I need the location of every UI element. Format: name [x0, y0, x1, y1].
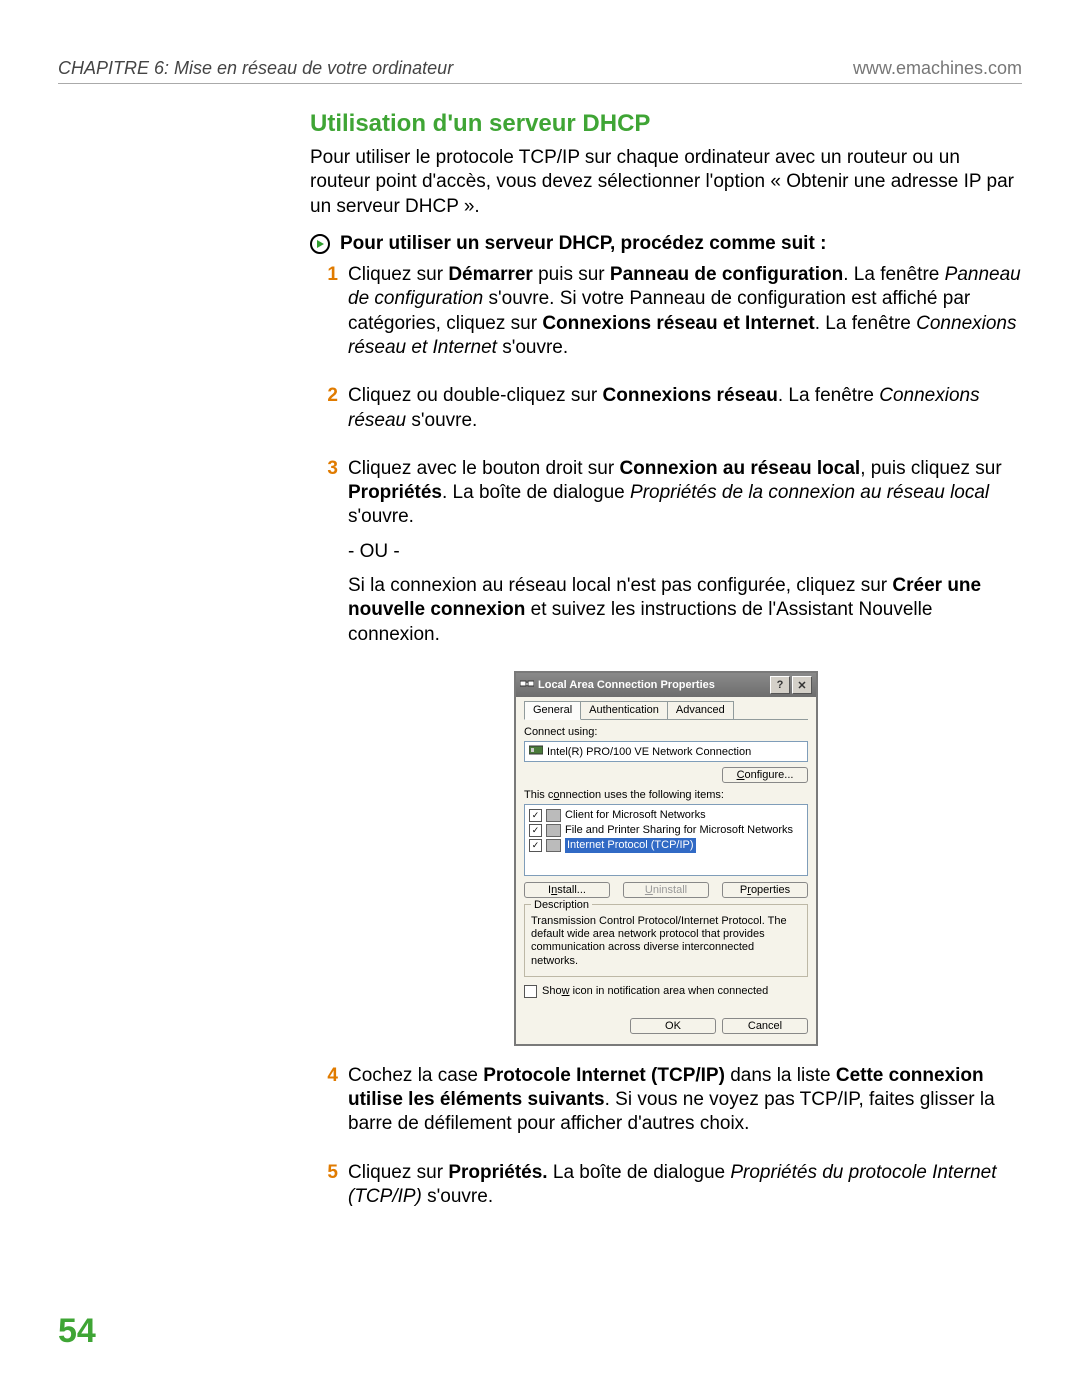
configure-button[interactable]: Configure...: [722, 767, 808, 783]
site-url: www.emachines.com: [853, 58, 1022, 79]
dialog-title: Local Area Connection Properties: [538, 679, 715, 691]
step-number: 4: [324, 1064, 338, 1147]
description-text: Transmission Control Protocol/Internet P…: [531, 915, 801, 968]
list-item-label: File and Printer Sharing for Microsoft N…: [565, 823, 793, 838]
step-list: 1 Cliquez sur Démarrer puis sur Panneau …: [324, 263, 1022, 657]
step-5: 5 Cliquez sur Propriétés. La boîte de di…: [324, 1161, 1022, 1220]
tab-authentication[interactable]: Authentication: [580, 701, 668, 719]
list-item-selected[interactable]: ✓ Internet Protocol (TCP/IP): [529, 838, 803, 853]
lan-properties-dialog: Local Area Connection Properties ? ✕ Gen…: [514, 671, 818, 1046]
step-3: 3 Cliquez avec le bouton droit sur Conne…: [324, 457, 1022, 657]
page-number: 54: [58, 1312, 96, 1351]
step-number: 3: [324, 457, 338, 657]
step-2: 2 Cliquez ou double-cliquez sur Connexio…: [324, 384, 1022, 443]
list-item-label: Client for Microsoft Networks: [565, 808, 706, 823]
components-listbox[interactable]: ✓ Client for Microsoft Networks ✓ File a…: [524, 804, 808, 876]
show-icon-label: Show icon in notification area when conn…: [542, 985, 768, 997]
protocol-icon: [546, 839, 561, 852]
checkbox-icon[interactable]: ✓: [529, 809, 542, 822]
step-list-cont: 4 Cochez la case Protocole Internet (TCP…: [324, 1064, 1022, 1220]
dialog-tabs: General Authentication Advanced: [524, 701, 808, 720]
ok-button[interactable]: OK: [630, 1018, 716, 1034]
items-label: This connection uses the following items…: [524, 789, 808, 801]
cancel-button[interactable]: Cancel: [722, 1018, 808, 1034]
checkbox-icon[interactable]: ✓: [529, 839, 542, 852]
list-item[interactable]: ✓ File and Printer Sharing for Microsoft…: [529, 823, 803, 838]
help-button[interactable]: ?: [770, 676, 790, 694]
description-group: Description Transmission Control Protoco…: [524, 904, 808, 977]
procedure-title: Pour utiliser un serveur DHCP, procédez …: [340, 233, 826, 255]
step-number: 2: [324, 384, 338, 443]
step-4: 4 Cochez la case Protocole Internet (TCP…: [324, 1064, 1022, 1147]
step-number: 5: [324, 1161, 338, 1220]
step-1: 1 Cliquez sur Démarrer puis sur Panneau …: [324, 263, 1022, 370]
nic-icon: [529, 745, 543, 758]
list-item-label: Internet Protocol (TCP/IP): [565, 838, 696, 853]
chapter-header: CHAPITRE 6: Mise en réseau de votre ordi…: [58, 58, 453, 79]
list-item[interactable]: ✓ Client for Microsoft Networks: [529, 808, 803, 823]
connect-using-label: Connect using:: [524, 726, 808, 738]
header-divider: [58, 83, 1022, 84]
intro-paragraph: Pour utiliser le protocole TCP/IP sur ch…: [310, 146, 1022, 219]
network-icon: [520, 678, 534, 693]
adapter-field: Intel(R) PRO/100 VE Network Connection: [524, 741, 808, 762]
tab-advanced[interactable]: Advanced: [667, 701, 734, 719]
close-button[interactable]: ✕: [792, 676, 812, 694]
install-button[interactable]: Install...: [524, 882, 610, 898]
show-icon-checkbox[interactable]: [524, 985, 537, 998]
checkbox-icon[interactable]: ✓: [529, 824, 542, 837]
tab-general[interactable]: General: [524, 701, 581, 720]
uninstall-button: Uninstall: [623, 882, 709, 898]
properties-button[interactable]: Properties: [722, 882, 808, 898]
play-icon: [310, 234, 330, 254]
step-number: 1: [324, 263, 338, 370]
section-title: Utilisation d'un serveur DHCP: [310, 110, 1022, 138]
client-icon: [546, 809, 561, 822]
adapter-name: Intel(R) PRO/100 VE Network Connection: [547, 746, 751, 758]
service-icon: [546, 824, 561, 837]
or-separator: - OU -: [348, 540, 1022, 564]
description-label: Description: [531, 899, 592, 911]
